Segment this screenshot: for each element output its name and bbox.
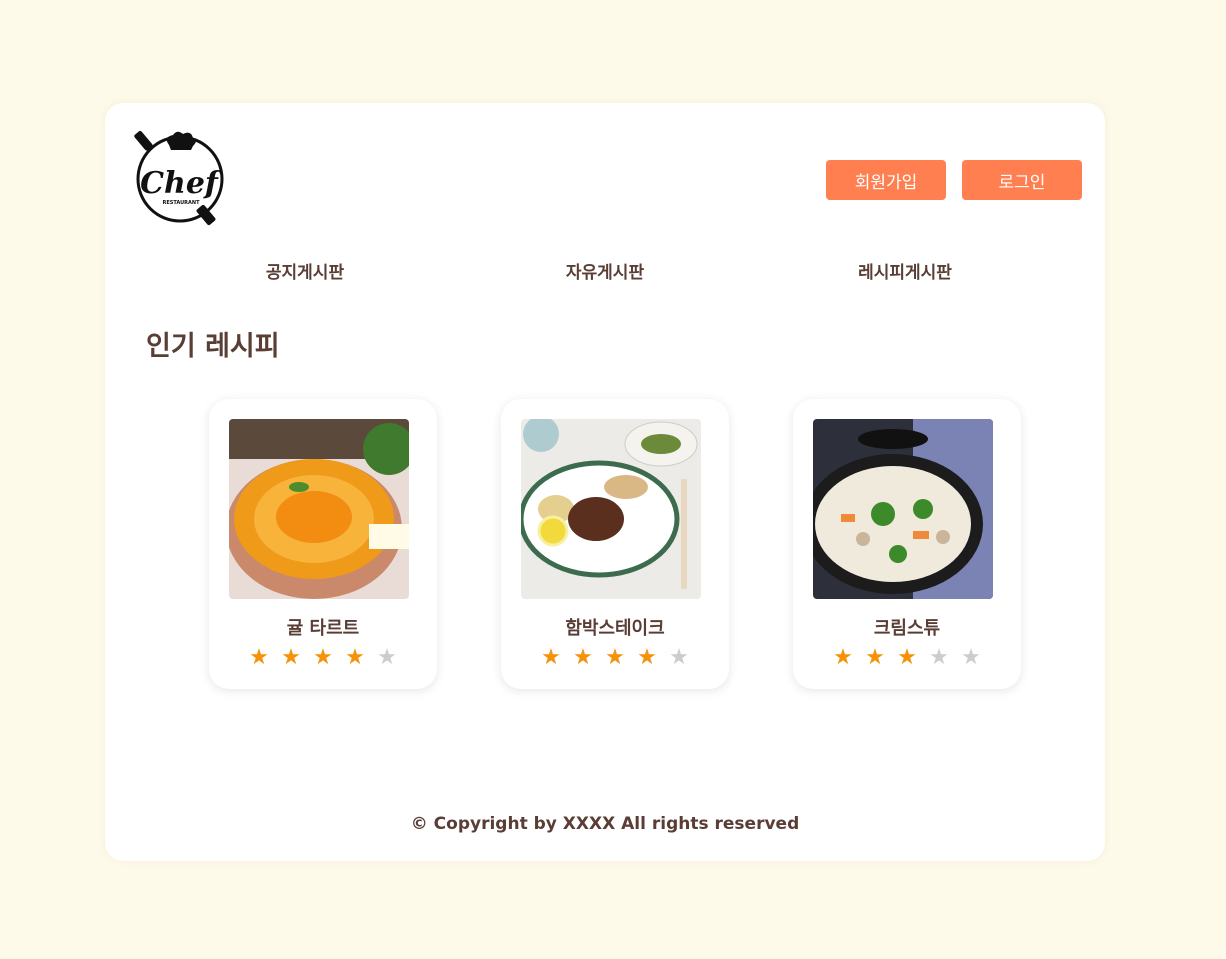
recipe-card-hamburg-steak[interactable]: 함박스테이크 ★ ★ ★ ★ ★: [501, 399, 729, 689]
star-empty-icon: ★: [377, 645, 397, 670]
chef-hat-logo-icon: Chef RESTAURANT: [134, 130, 224, 226]
star-filled-icon: ★: [345, 645, 365, 670]
main-card: Chef RESTAURANT 회원가입 로그인 공지게시판 자유게시판 레시피…: [105, 103, 1105, 861]
star-rating: ★ ★ ★ ★ ★: [209, 645, 437, 671]
star-rating: ★ ★ ★ ★ ★: [793, 645, 1021, 671]
nav-item-free-board[interactable]: 자유게시판: [505, 258, 705, 283]
footer-copyright: © Copyright by XXXX All rights reserved: [410, 814, 800, 834]
nav-item-recipe-board[interactable]: 레시피게시판: [805, 258, 1005, 283]
hamburg-steak-image[interactable]: [521, 419, 701, 599]
cream-stew-image[interactable]: [813, 419, 993, 599]
star-filled-icon: ★: [281, 645, 301, 670]
nav-item-notice-board[interactable]: 공지게시판: [205, 258, 405, 283]
section-title: 인기 레시피: [146, 331, 280, 362]
star-filled-icon: ★: [313, 645, 333, 670]
star-filled-icon: ★: [249, 645, 269, 670]
chef-restaurant-logo[interactable]: Chef RESTAURANT: [133, 129, 229, 227]
star-rating: ★ ★ ★ ★ ★: [501, 645, 729, 671]
logo-main-text: Chef: [140, 166, 223, 201]
recipe-name: 함박스테이크: [565, 618, 665, 639]
signup-button[interactable]: 회원가입: [826, 160, 946, 200]
star-filled-icon: ★: [637, 645, 657, 670]
recipe-card-orange-tart[interactable]: 귤 타르트 ★ ★ ★ ★ ★: [209, 399, 437, 689]
orange-tart-image[interactable]: [229, 419, 409, 599]
star-filled-icon: ★: [897, 645, 917, 670]
logo-sub-text: RESTAURANT: [163, 200, 201, 206]
star-filled-icon: ★: [541, 645, 561, 670]
star-filled-icon: ★: [833, 645, 853, 670]
star-filled-icon: ★: [605, 645, 625, 670]
star-filled-icon: ★: [573, 645, 593, 670]
star-filled-icon: ★: [865, 645, 885, 670]
star-empty-icon: ★: [669, 645, 689, 670]
login-button[interactable]: 로그인: [962, 160, 1082, 200]
recipe-name: 크림스튜: [873, 618, 941, 639]
recipe-card-cream-stew[interactable]: 크림스튜 ★ ★ ★ ★ ★: [793, 399, 1021, 689]
star-empty-icon: ★: [929, 645, 949, 670]
star-empty-icon: ★: [961, 645, 981, 670]
recipe-name: 귤 타르트: [286, 618, 360, 639]
